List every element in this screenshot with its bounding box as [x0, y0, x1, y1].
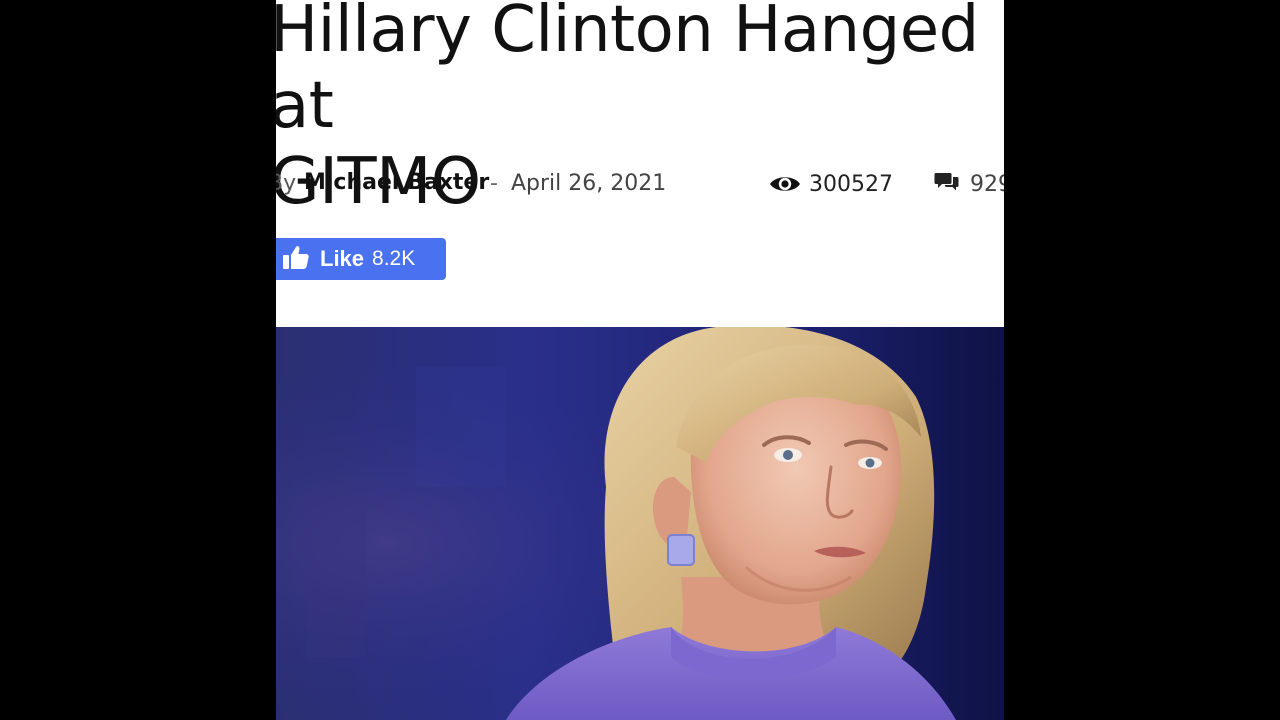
- views-counter: 300527: [769, 168, 893, 200]
- comments-count: 929: [970, 171, 1004, 197]
- comments-counter[interactable]: 929: [934, 168, 1004, 200]
- author-link[interactable]: Michael Baxter: [304, 170, 489, 195]
- eye-icon: [769, 173, 801, 195]
- hero-photo: [276, 327, 1004, 720]
- article-meta: By Michael Baxter - April 26, 2021 30052…: [276, 168, 1004, 200]
- byline-prefix: By: [276, 171, 297, 196]
- views-count: 300527: [809, 171, 893, 197]
- like-label: Like: [320, 246, 365, 271]
- article-page: Hillary Clinton Hanged at GITMO By Micha…: [276, 0, 1004, 720]
- publish-date: April 26, 2021: [511, 171, 667, 196]
- facebook-like-button[interactable]: Like 8.2K: [276, 238, 446, 280]
- like-count: 8.2K: [372, 247, 416, 270]
- comments-icon: [934, 170, 960, 198]
- video-frame: Hillary Clinton Hanged at GITMO By Micha…: [0, 0, 1280, 720]
- byline-separator: -: [490, 171, 498, 196]
- thumbs-up-icon: [282, 244, 310, 275]
